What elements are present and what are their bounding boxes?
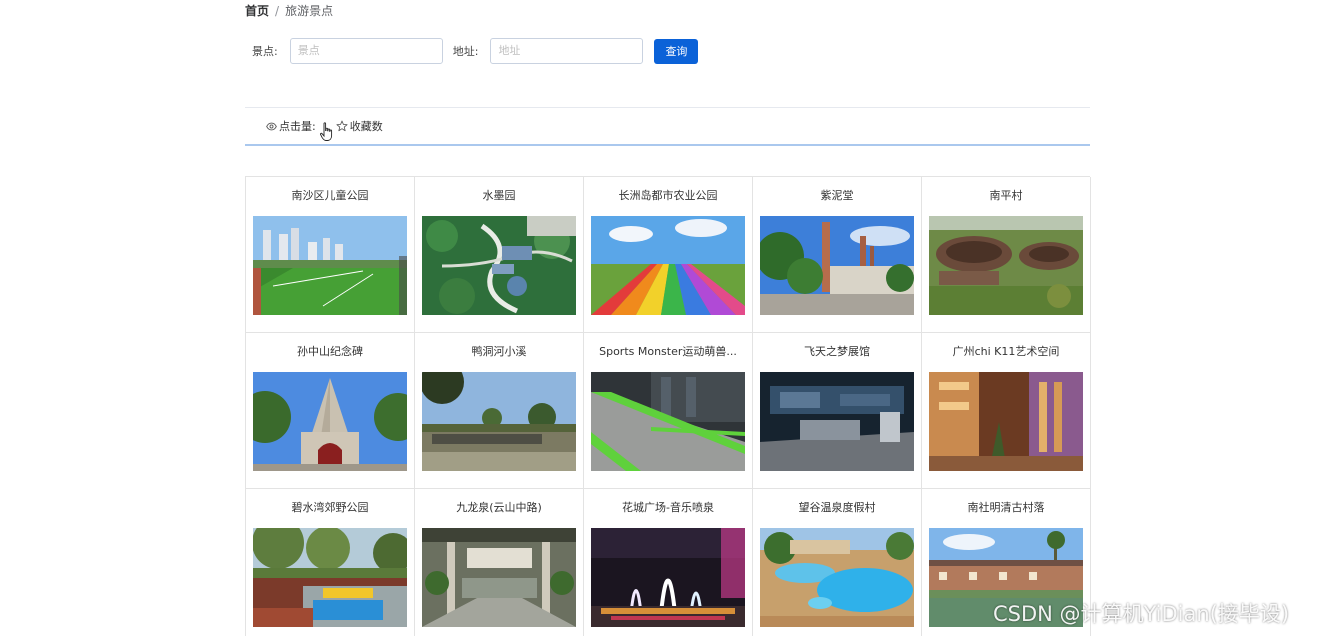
spot-title: 南社明清古村落: [967, 501, 1045, 514]
spot-label: 景点:: [252, 45, 278, 58]
spot-search-input[interactable]: [289, 38, 443, 64]
spot-card[interactable]: 南平村: [922, 177, 1091, 333]
spot-image[interactable]: [760, 216, 914, 315]
eye-icon: [266, 122, 277, 130]
search-form: 景点: 地址: 查询: [252, 38, 699, 64]
sort-clicks-label: 点击量:: [279, 120, 316, 133]
spot-card[interactable]: 广州chi K11艺术空间: [922, 333, 1091, 489]
spot-card[interactable]: 鸭洞河小溪: [415, 333, 584, 489]
spot-grid: 南沙区儿童公园 水墨园 长洲岛都市农业公园 紫泥堂 南平村 孙中山纪念碑 鸭洞河…: [245, 176, 1091, 636]
spot-card[interactable]: 南沙区儿童公园: [246, 177, 415, 333]
spot-image[interactable]: [253, 528, 407, 627]
spot-card[interactable]: 水墨园: [415, 177, 584, 333]
spot-card[interactable]: 长洲岛都市农业公园: [584, 177, 753, 333]
sort-by-favorites[interactable]: 收藏数: [336, 118, 383, 134]
spot-card[interactable]: 花城广场-音乐喷泉: [584, 489, 753, 636]
spot-title: 飞天之梦展馆: [804, 345, 870, 358]
spot-card[interactable]: 望谷温泉度假村: [753, 489, 922, 636]
spot-card[interactable]: 飞天之梦展馆: [753, 333, 922, 489]
spot-image[interactable]: [253, 372, 407, 471]
spot-card[interactable]: 九龙泉(云山中路): [415, 489, 584, 636]
address-label: 地址:: [452, 45, 479, 58]
spot-image[interactable]: [591, 528, 745, 627]
spot-title: 南沙区儿童公园: [291, 189, 369, 202]
sort-favorites-label: 收藏数: [349, 120, 383, 133]
spot-title: 花城广场-音乐喷泉: [622, 501, 714, 514]
spot-title: Sports Monster运动萌兽...: [599, 345, 737, 358]
spot-title: 九龙泉(云山中路): [456, 501, 542, 514]
spot-image[interactable]: [760, 372, 914, 471]
spot-image[interactable]: [929, 216, 1083, 315]
spot-title: 水墨园: [482, 189, 516, 202]
spot-title: 紫泥堂: [820, 189, 854, 202]
spot-image[interactable]: [760, 528, 914, 627]
spot-image[interactable]: [591, 372, 745, 471]
spot-image[interactable]: [253, 216, 407, 315]
spot-card[interactable]: 紫泥堂: [753, 177, 922, 333]
address-search-input[interactable]: [490, 38, 644, 64]
spot-card[interactable]: 孙中山纪念碑: [246, 333, 415, 489]
hand-cursor-icon: [320, 122, 333, 141]
spot-image[interactable]: [591, 216, 745, 315]
breadcrumb-separator: /: [275, 3, 280, 18]
spot-title: 长洲岛都市农业公园: [618, 189, 718, 202]
query-button[interactable]: 查询: [654, 38, 699, 64]
spot-title: 望谷温泉度假村: [798, 501, 876, 514]
spot-title: 鸭洞河小溪: [471, 345, 527, 358]
spot-title: 孙中山纪念碑: [297, 345, 363, 358]
spot-image[interactable]: [422, 216, 576, 315]
spot-title: 碧水湾郊野公园: [291, 501, 369, 514]
breadcrumb-home[interactable]: 首页: [245, 2, 269, 19]
spot-image[interactable]: [422, 528, 576, 627]
spot-title: 南平村: [989, 189, 1023, 202]
spot-image[interactable]: [422, 372, 576, 471]
spot-image[interactable]: [929, 372, 1083, 471]
breadcrumb-current: 旅游景点: [285, 4, 334, 18]
sort-bar: 点击量: 收藏数: [245, 107, 1090, 146]
breadcrumb: 首页 / 旅游景点: [245, 2, 333, 19]
spot-card[interactable]: Sports Monster运动萌兽...: [584, 333, 753, 489]
sort-by-clicks[interactable]: 点击量:: [266, 118, 316, 134]
watermark: CSDN @计算机YiDian(接毕设): [993, 602, 1290, 626]
spot-title: 广州chi K11艺术空间: [952, 345, 1060, 358]
spot-card[interactable]: 碧水湾郊野公园: [246, 489, 415, 636]
star-icon: [336, 120, 348, 132]
